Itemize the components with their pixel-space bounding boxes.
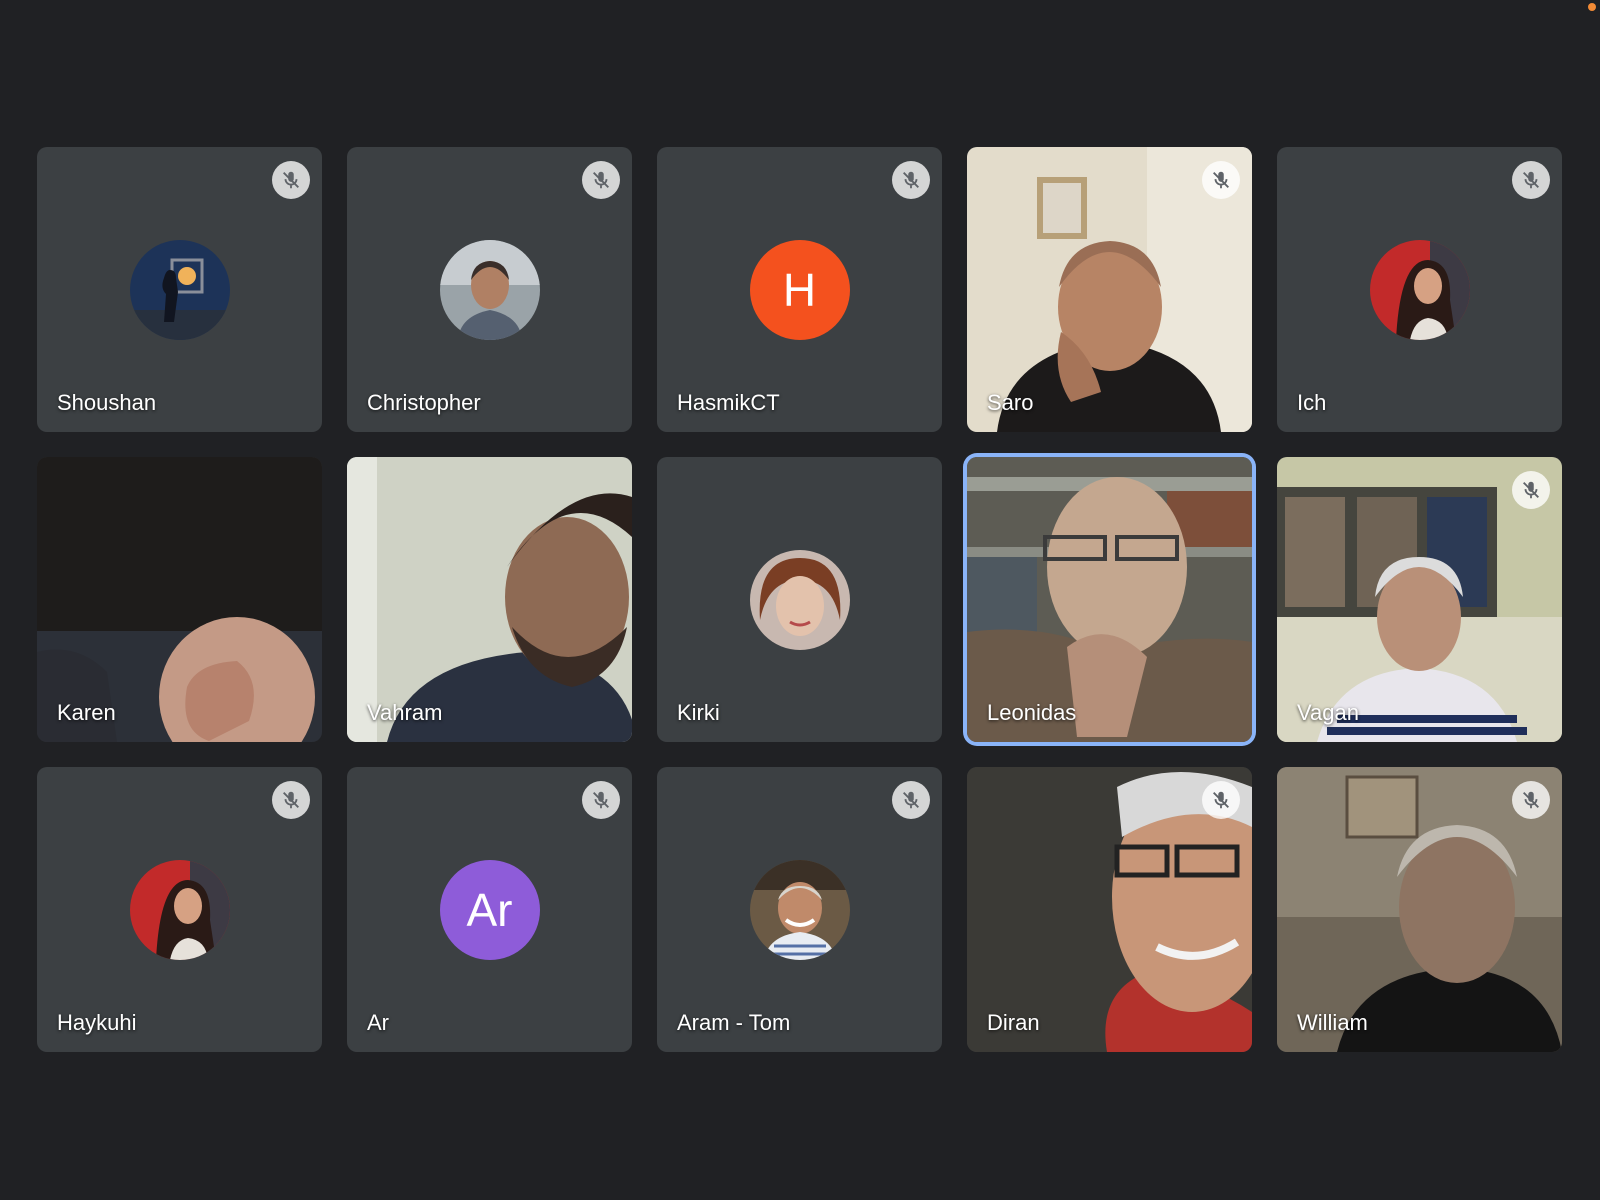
participant-tile-vahram[interactable]: Vahram <box>347 457 632 742</box>
mic-off-icon <box>582 781 620 819</box>
initial-avatar: Ar <box>439 859 540 960</box>
ich-avatar <box>1369 239 1470 340</box>
mic-off-icon <box>582 161 620 199</box>
participant-grid: Shoushan Christopher H HasmikCT Saro Ich… <box>37 147 1562 1052</box>
mic-off-icon <box>272 781 310 819</box>
participant-name: Leonidas <box>987 700 1077 725</box>
aram-tom-avatar <box>749 859 850 960</box>
participant-name: Ich <box>1297 390 1327 415</box>
mic-off-icon <box>1512 161 1550 199</box>
kirki-avatar <box>749 549 850 650</box>
participant-name: Ar <box>367 1010 389 1035</box>
participant-name: Aram - Tom <box>677 1010 791 1035</box>
participant-name: Kirki <box>677 700 720 725</box>
participant-name: Karen <box>57 700 116 725</box>
participant-tile-hasmikct[interactable]: H HasmikCT <box>657 147 942 432</box>
participant-tile-haykuhi[interactable]: Haykuhi <box>37 767 322 1052</box>
participant-name: Haykuhi <box>57 1010 137 1035</box>
participant-tile-vagan[interactable]: Vagan <box>1277 457 1562 742</box>
participant-name: Shoushan <box>57 390 157 415</box>
initial-avatar: H <box>749 239 850 340</box>
participant-tile-kirki[interactable]: Kirki <box>657 457 942 742</box>
participant-tile-william[interactable]: William <box>1277 767 1562 1052</box>
participant-tile-saro[interactable]: Saro <box>967 147 1252 432</box>
mic-off-icon <box>1512 781 1550 819</box>
participant-name: Diran <box>987 1010 1040 1035</box>
participant-tile-leonidas[interactable]: Leonidas <box>967 457 1252 742</box>
participant-name: Vahram <box>367 700 443 725</box>
haykuhi-avatar <box>129 859 230 960</box>
mic-off-icon <box>892 161 930 199</box>
participant-name: HasmikCT <box>677 390 780 415</box>
mic-off-icon <box>1202 161 1240 199</box>
participant-tile-ar[interactable]: Ar Ar <box>347 767 632 1052</box>
participant-tile-ich[interactable]: Ich <box>1277 147 1562 432</box>
recording-indicator <box>1588 3 1596 11</box>
participant-tile-aram-tom[interactable]: Aram - Tom <box>657 767 942 1052</box>
participant-tile-karen[interactable]: Karen <box>37 457 322 742</box>
participant-tile-diran[interactable]: Diran <box>967 767 1252 1052</box>
christopher-avatar <box>439 239 540 340</box>
mic-off-icon <box>272 161 310 199</box>
participant-name: Christopher <box>367 390 481 415</box>
participant-name: Vagan <box>1297 700 1359 725</box>
participant-name: William <box>1297 1010 1368 1035</box>
participant-tile-shoushan[interactable]: Shoushan <box>37 147 322 432</box>
mic-off-icon <box>1202 781 1240 819</box>
shoushan-avatar <box>129 239 230 340</box>
participant-tile-christopher[interactable]: Christopher <box>347 147 632 432</box>
mic-off-icon <box>1512 471 1550 509</box>
mic-off-icon <box>892 781 930 819</box>
participant-name: Saro <box>987 390 1034 415</box>
